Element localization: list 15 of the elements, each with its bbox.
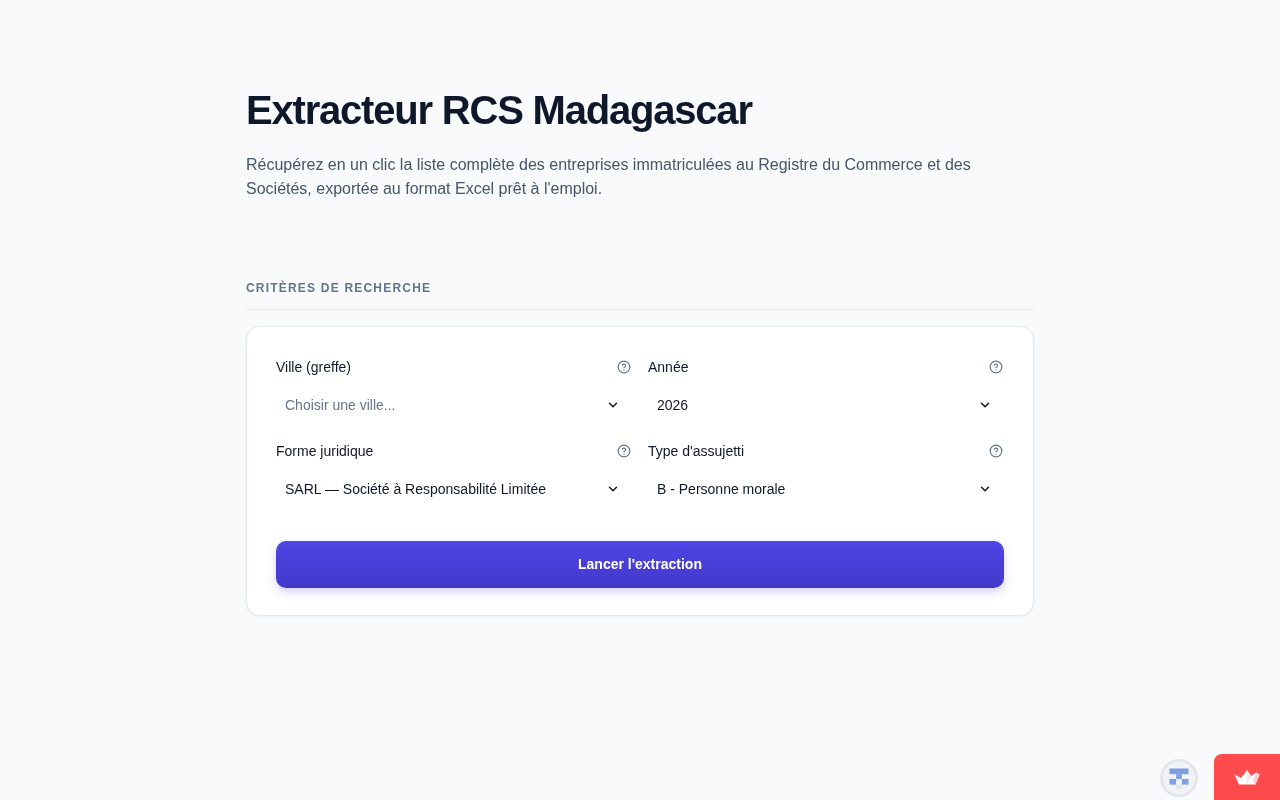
crown-icon bbox=[1234, 769, 1260, 785]
pattern-avatar-icon[interactable] bbox=[1160, 759, 1198, 797]
page-title: Extracteur RCS Madagascar bbox=[246, 87, 754, 134]
section-heading: CRITÈRES DE RECHERCHE bbox=[246, 280, 433, 296]
help-icon[interactable] bbox=[617, 444, 631, 458]
field-label: Année bbox=[648, 358, 689, 377]
field-label: Forme juridique bbox=[276, 442, 374, 461]
extract-button[interactable]: Lancer l'extraction bbox=[276, 541, 1004, 588]
help-icon[interactable] bbox=[989, 360, 1003, 374]
field-label: Ville (greffe) bbox=[276, 358, 351, 377]
page-description: Récupérez en un clic la liste complète des entreprises immatriculées au Registre du Commerce et des Sociétés, exportée au format Excel prêt à l'emploi. bbox=[246, 155, 972, 199]
manage-app-button[interactable] bbox=[1214, 754, 1280, 800]
help-icon[interactable] bbox=[617, 360, 631, 374]
field-label: Type d'assujetti bbox=[648, 442, 745, 461]
help-icon[interactable] bbox=[989, 444, 1003, 458]
